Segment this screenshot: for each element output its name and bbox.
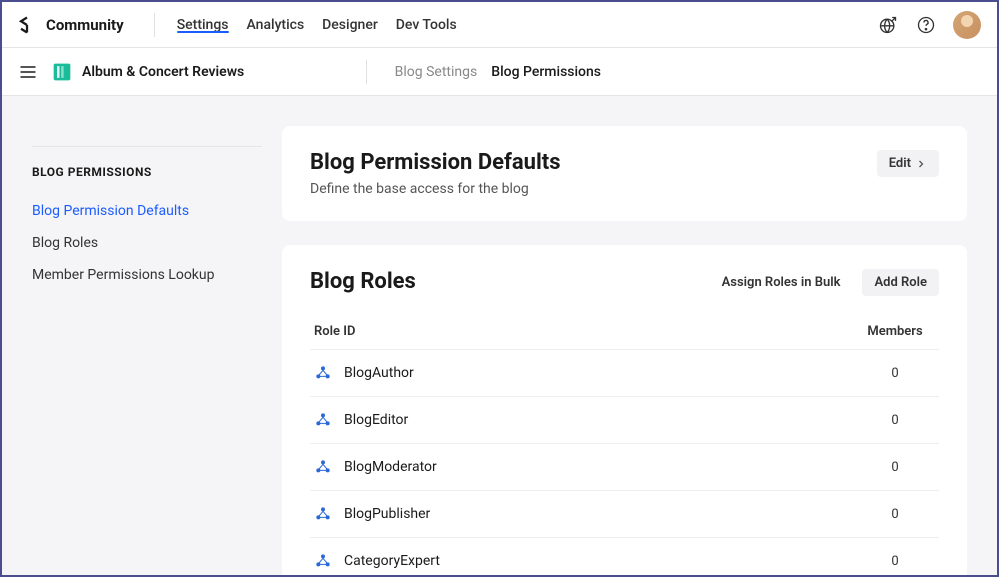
breadcrumb-current: Blog Permissions <box>491 64 601 80</box>
role-icon <box>314 552 332 570</box>
sidebar-item-member-permissions-lookup[interactable]: Member Permissions Lookup <box>32 259 262 291</box>
breadcrumb-parent[interactable]: Blog Settings <box>395 64 478 80</box>
col-role-id: Role ID <box>314 324 855 339</box>
help-icon[interactable] <box>915 14 937 36</box>
brand-text: Community <box>46 16 124 34</box>
table-body: BlogAuthor0BlogEditor0BlogModerator0Blog… <box>310 349 939 575</box>
members-count: 0 <box>855 507 935 522</box>
vertical-divider <box>366 60 367 84</box>
table-row[interactable]: BlogAuthor 0 <box>310 349 939 396</box>
card-subtitle: Define the base access for the blog <box>310 181 561 197</box>
top-nav: Settings Analytics Designer Dev Tools <box>177 17 457 33</box>
members-count: 0 <box>855 413 935 428</box>
topnav-item-settings[interactable]: Settings <box>177 17 229 33</box>
role-name: BlogModerator <box>344 459 437 475</box>
topbar-left: Community Settings Analytics Designer Dev T… <box>18 13 457 37</box>
add-role-button[interactable]: Add Role <box>862 269 939 296</box>
assign-bulk-button[interactable]: Assign Roles in Bulk <box>710 269 853 296</box>
card-head: Blog Permission Defaults Define the base… <box>310 150 939 197</box>
chevron-right-icon <box>915 158 927 170</box>
avatar[interactable] <box>953 11 981 39</box>
defaults-card: Blog Permission Defaults Define the base… <box>282 126 967 221</box>
card-title: Blog Permission Defaults <box>310 150 561 175</box>
role-icon <box>314 364 332 382</box>
table-row[interactable]: CategoryExpert 0 <box>310 537 939 575</box>
role-name: BlogAuthor <box>344 365 414 381</box>
col-members: Members <box>855 324 935 339</box>
top-bar: Community Settings Analytics Designer Dev T… <box>2 2 997 48</box>
topnav-item-analytics[interactable]: Analytics <box>247 17 305 33</box>
node-title: Album & Concert Reviews <box>82 64 244 80</box>
table-header: Role ID Members <box>310 314 939 349</box>
role-name: BlogPublisher <box>344 506 430 522</box>
menu-icon[interactable] <box>18 62 38 82</box>
members-count: 0 <box>855 366 935 381</box>
role-name: CategoryExpert <box>344 553 440 569</box>
globe-icon[interactable] <box>877 14 899 36</box>
topnav-item-designer[interactable]: Designer <box>322 17 378 33</box>
card-head: Blog Roles Assign Roles in Bulk Add Role <box>310 269 939 300</box>
content-wrap: BLOG PERMISSIONS Blog Permission Default… <box>2 96 997 575</box>
card-actions: Assign Roles in Bulk Add Role <box>710 269 939 296</box>
role-icon <box>314 458 332 476</box>
table-row[interactable]: BlogEditor 0 <box>310 396 939 443</box>
sub-bar: Album & Concert Reviews Blog Settings Bl… <box>2 48 997 96</box>
sidebar-item-blog-permission-defaults[interactable]: Blog Permission Defaults <box>32 195 262 227</box>
card-title: Blog Roles <box>310 269 416 294</box>
sidebar-divider <box>32 146 262 147</box>
main-content: Blog Permission Defaults Define the base… <box>282 96 997 575</box>
edit-button-label: Edit <box>889 156 911 171</box>
sidebar-heading: BLOG PERMISSIONS <box>32 165 262 179</box>
sidebar: BLOG PERMISSIONS Blog Permission Default… <box>2 96 282 575</box>
vertical-divider <box>154 13 155 37</box>
table-row[interactable]: BlogModerator 0 <box>310 443 939 490</box>
roles-card: Blog Roles Assign Roles in Bulk Add Role… <box>282 245 967 575</box>
table-row[interactable]: BlogPublisher 0 <box>310 490 939 537</box>
members-count: 0 <box>855 554 935 569</box>
logo-icon <box>18 16 36 34</box>
roles-table: Role ID Members BlogAuthor0BlogEditor0Bl… <box>310 314 939 575</box>
role-icon <box>314 411 332 429</box>
topbar-right <box>877 11 981 39</box>
members-count: 0 <box>855 460 935 475</box>
edit-button[interactable]: Edit <box>877 150 939 177</box>
card-actions: Edit <box>877 150 939 177</box>
role-name: BlogEditor <box>344 412 408 428</box>
card-text: Blog Permission Defaults Define the base… <box>310 150 561 197</box>
blog-node-icon <box>52 62 72 82</box>
sidebar-item-blog-roles[interactable]: Blog Roles <box>32 227 262 259</box>
topnav-item-dev-tools[interactable]: Dev Tools <box>396 17 457 33</box>
sidebar-links: Blog Permission DefaultsBlog RolesMember… <box>32 195 262 291</box>
breadcrumb: Blog Settings Blog Permissions <box>366 60 981 84</box>
role-icon <box>314 505 332 523</box>
